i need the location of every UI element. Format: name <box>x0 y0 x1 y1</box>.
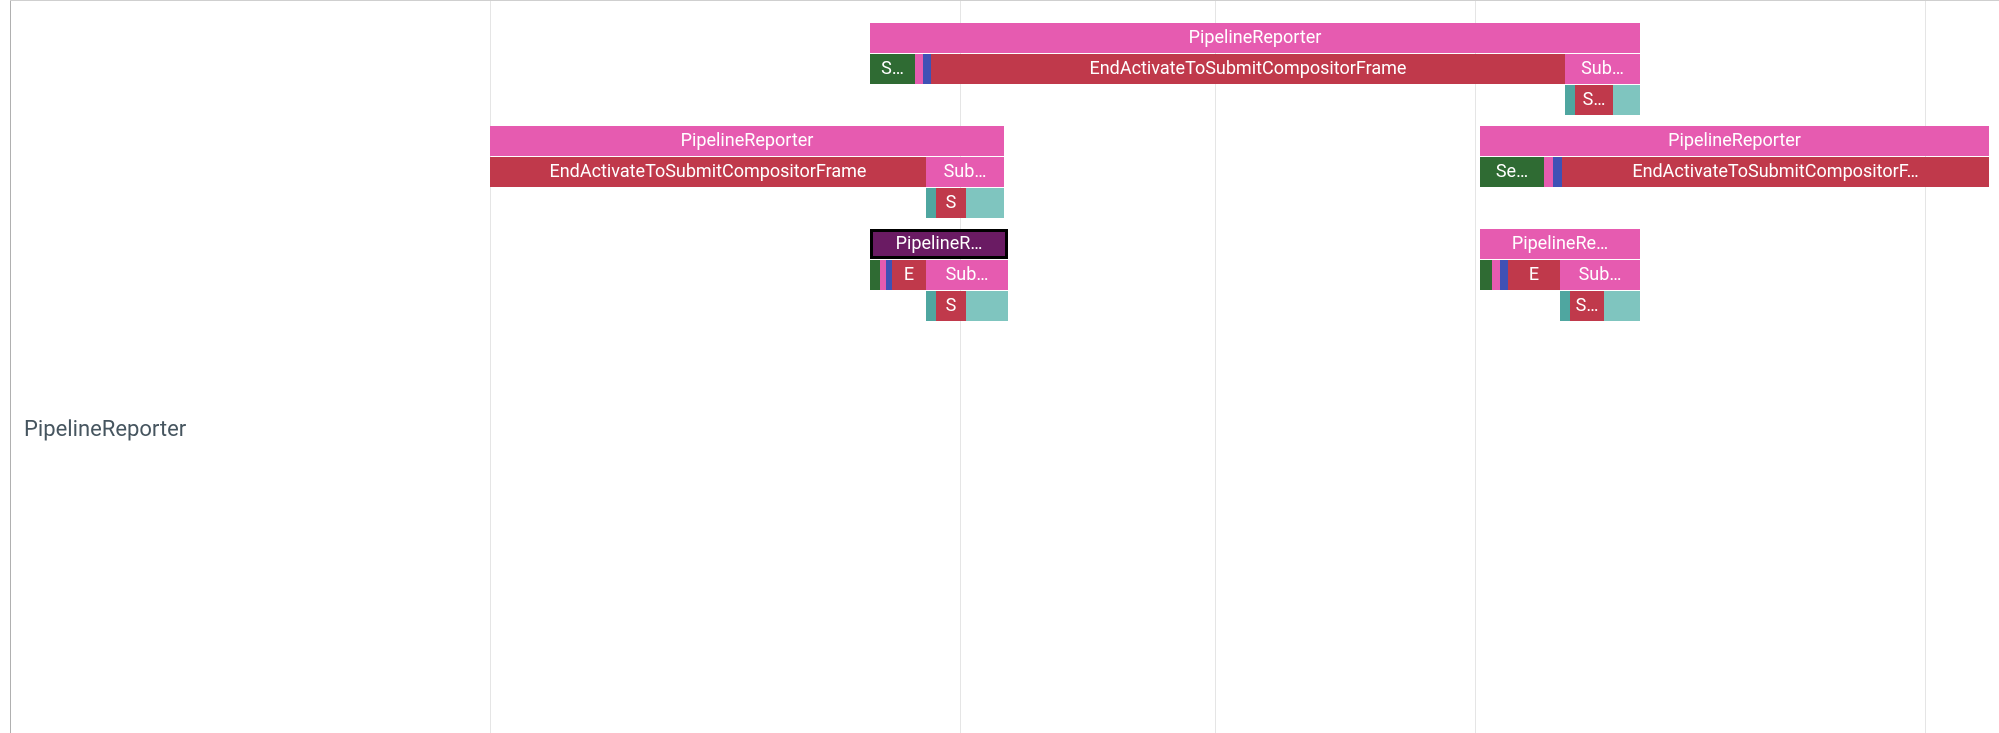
trace-slice[interactable] <box>923 54 931 84</box>
trace-slice[interactable] <box>1613 85 1640 115</box>
gridlines <box>10 1 1999 733</box>
trace-slice[interactable]: EndActivateToSubmitCompositorF… <box>1562 157 1989 187</box>
gridline <box>1925 1 1926 733</box>
gridline <box>960 1 961 733</box>
trace-slice[interactable]: EndActivateToSubmitCompositorFrame <box>490 157 926 187</box>
trace-slice[interactable]: PipelineReporter <box>870 23 1640 53</box>
trace-slice[interactable] <box>1500 260 1508 290</box>
trace-slice[interactable]: Sub… <box>1560 260 1640 290</box>
trace-slice[interactable] <box>1492 260 1500 290</box>
trace-slice[interactable]: S… <box>870 54 915 84</box>
trace-slice[interactable]: S… <box>1575 85 1613 115</box>
trace-slice[interactable]: E <box>1508 260 1560 290</box>
trace-slice[interactable]: Se… <box>1480 157 1544 187</box>
trace-slice[interactable]: PipelineRe… <box>1480 229 1640 259</box>
trace-slice[interactable] <box>966 188 1004 218</box>
trace-viewport: PipelineReporterS…EndActivateToSubmitCom… <box>0 0 1999 733</box>
trace-slice[interactable] <box>926 188 936 218</box>
trace-slice[interactable]: PipelineReporter <box>1480 126 1989 156</box>
gridline <box>490 1 491 733</box>
trace-slice[interactable] <box>1480 260 1492 290</box>
gridline <box>1215 1 1216 733</box>
trace-slice[interactable] <box>1604 291 1640 321</box>
trace-slice[interactable] <box>1560 291 1570 321</box>
trace-slice[interactable]: Sub… <box>926 157 1004 187</box>
gridline <box>1475 1 1476 733</box>
trace-slice[interactable] <box>870 260 880 290</box>
trace-slice[interactable] <box>926 291 936 321</box>
trace-slice[interactable]: E <box>892 260 926 290</box>
trace-slice[interactable]: S <box>936 188 966 218</box>
trace-slice[interactable] <box>1544 157 1553 187</box>
trace-slice[interactable]: Sub… <box>1565 54 1640 84</box>
trace-slice[interactable] <box>1565 85 1575 115</box>
trace-slice[interactable]: S <box>936 291 966 321</box>
trace-slice[interactable]: Sub… <box>926 260 1008 290</box>
track-label: PipelineReporter <box>24 417 186 442</box>
trace-slice[interactable]: S… <box>1570 291 1604 321</box>
trace-slice[interactable] <box>966 291 1008 321</box>
flame-track[interactable]: PipelineReporterS…EndActivateToSubmitCom… <box>10 0 1999 733</box>
trace-slice[interactable] <box>1553 157 1562 187</box>
trace-slice[interactable]: PipelineReporter <box>490 126 1004 156</box>
trace-slice[interactable]: EndActivateToSubmitCompositorFrame <box>931 54 1565 84</box>
trace-slice[interactable] <box>915 54 923 84</box>
trace-slice[interactable]: PipelineR… <box>870 229 1008 259</box>
